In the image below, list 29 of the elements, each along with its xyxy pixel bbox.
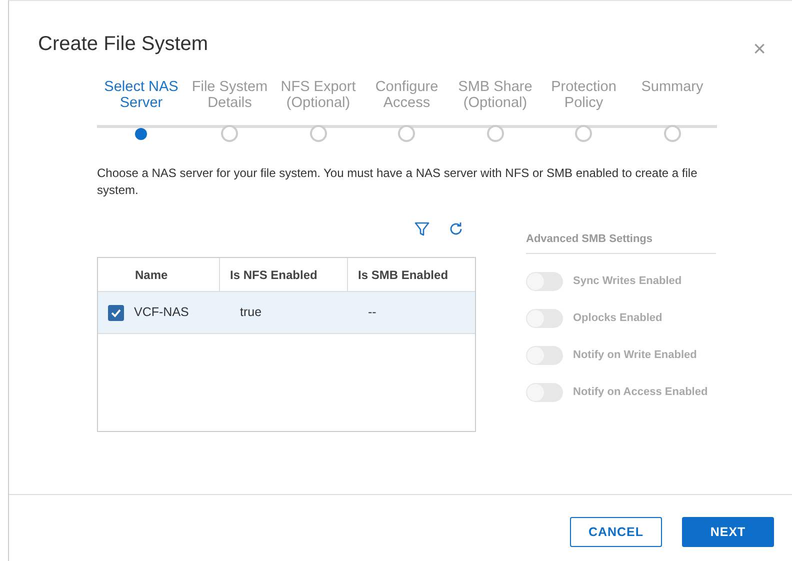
- step-label[interactable]: SMB Share (Optional): [451, 79, 540, 115]
- dialog-title: Create File System: [38, 33, 208, 55]
- column-header: Name: [98, 258, 220, 291]
- filter-icon[interactable]: [414, 221, 430, 237]
- table-row[interactable]: VCF-NAS true --: [98, 292, 475, 334]
- column-header: Is SMB Enabled: [357, 266, 450, 284]
- cancel-button[interactable]: CANCEL: [570, 517, 662, 547]
- table-cell-text: true: [239, 304, 263, 322]
- description-text: Choose a NAS server for your file system. You must have a NAS server with NFS or SMB enabled to create a file system.: [97, 165, 698, 199]
- check-icon: [110, 306, 122, 318]
- table-cell-text: VCF-NAS: [134, 304, 190, 322]
- refresh-icon[interactable]: [448, 221, 464, 237]
- toggle-label: Notify on Access Enabled: [573, 384, 708, 400]
- table-cell-text: --: [367, 304, 378, 322]
- step-label[interactable]: NFS Export (Optional): [274, 79, 362, 115]
- toggle-label: Notify on Write Enabled: [573, 348, 697, 363]
- toggle-label: Sync Writes Enabled: [573, 274, 682, 289]
- row-checkbox[interactable]: [108, 304, 124, 320]
- step-label[interactable]: Select NAS Server: [97, 79, 186, 115]
- section-title: Advanced SMB Settings: [526, 221, 716, 254]
- close-button[interactable]: ×: [747, 37, 772, 61]
- next-button[interactable]: NEXT: [682, 517, 774, 547]
- toggle-label: Oplocks Enabled: [573, 310, 662, 326]
- column-header: Is NFS Enabled: [220, 258, 348, 291]
- step-label[interactable]: Summary: [641, 79, 704, 115]
- step-label[interactable]: Configure Access: [362, 79, 451, 115]
- step-label[interactable]: File System Details: [186, 79, 274, 115]
- step-label[interactable]: Protection Policy: [540, 79, 628, 115]
- step-indicator[interactable]: [135, 128, 148, 140]
